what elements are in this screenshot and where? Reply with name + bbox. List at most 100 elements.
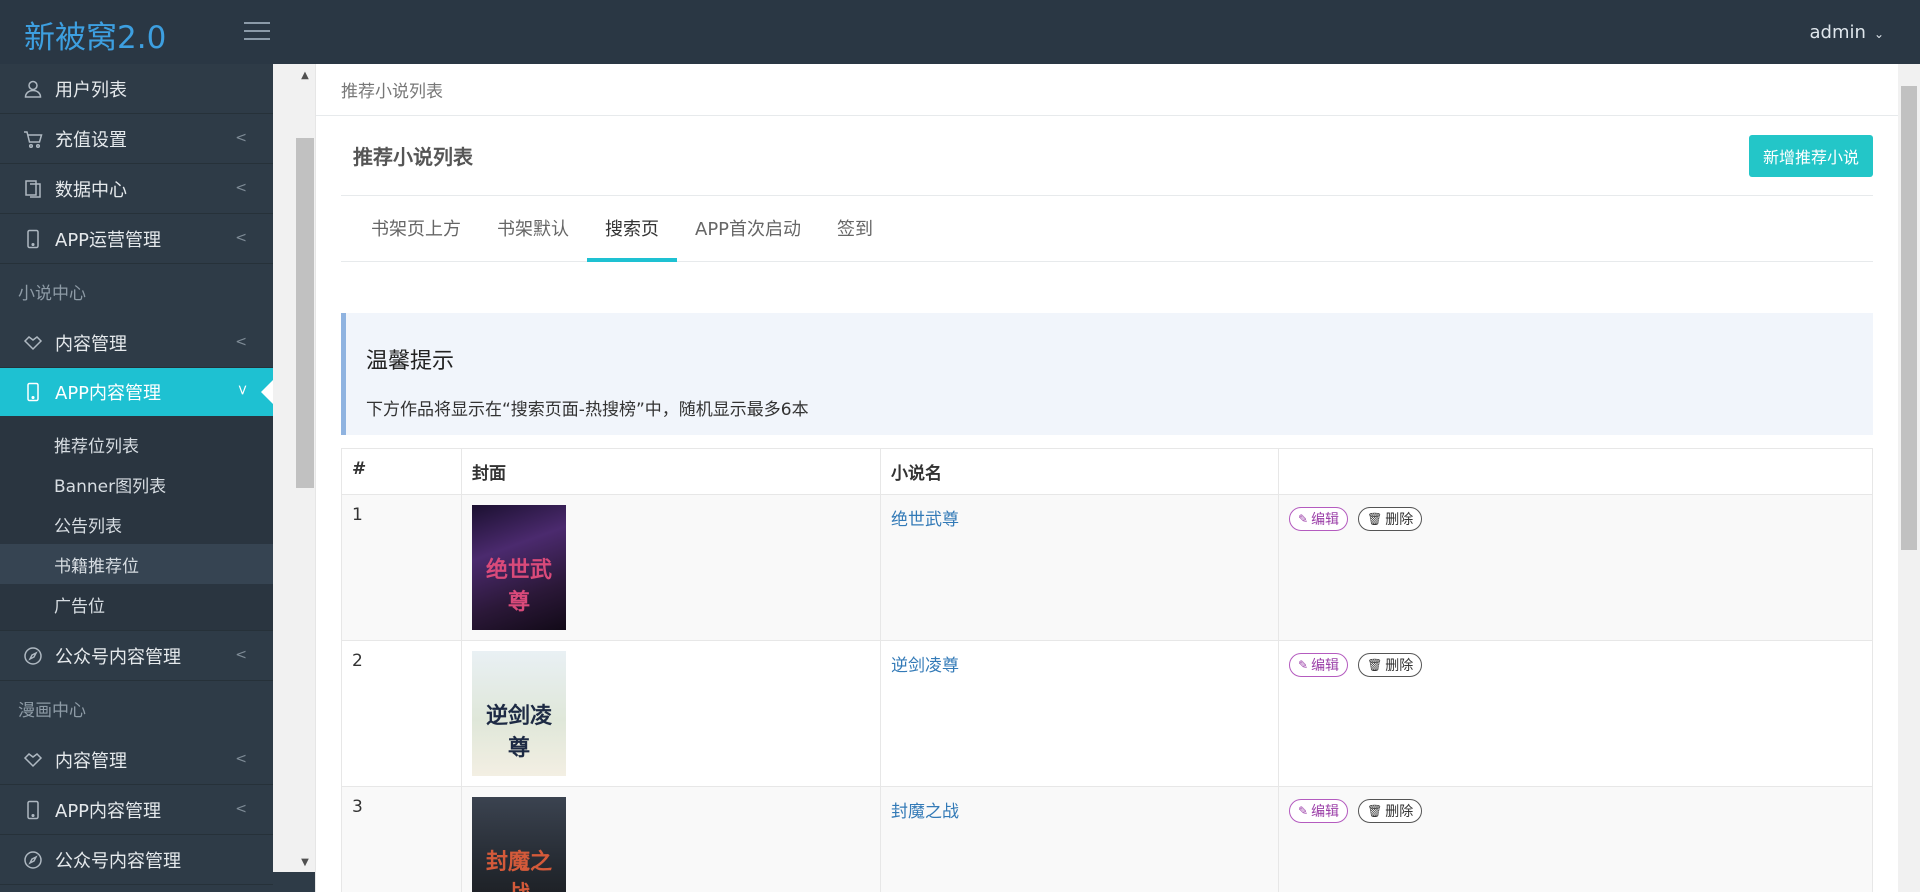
cover-cell: 逆剑凌尊 [461,640,881,787]
name-cell: 逆剑凌尊 [880,640,1279,787]
chevron-left-icon: < [235,751,247,767]
edit-button[interactable]: ✎ 编辑 [1289,653,1349,677]
add-recommend-novel-button[interactable]: 新增推荐小说 [1748,134,1873,177]
trash-icon: 🗑 [1367,658,1383,672]
row-number: 3 [341,786,462,892]
edit-label: 编辑 [1311,658,1340,674]
edit-label: 编辑 [1311,512,1340,528]
table-row: 3 封魔之战 封魔之战 ✎编辑 🗑删除 [341,786,1873,892]
chevron-down-icon: ⌄ [1873,27,1884,41]
sidebar-item-user-list[interactable]: 用户列表 [0,64,273,114]
tab-search-page[interactable]: 搜索页 [587,195,677,262]
chevron-down-icon: < [235,384,252,396]
page-scrollbar-thumb[interactable] [1901,86,1917,550]
sidebar-subitem-ads[interactable]: 广告位 [0,584,273,624]
tip-text: 下方作品将显示在“搜索页面-热搜榜”中，随机显示最多6本 [366,400,809,420]
tab-shelf-default[interactable]: 书架默认 [479,195,587,261]
actions-cell: ✎ 编辑 🗑 删除 [1278,786,1873,892]
edit-button[interactable]: ✎ 编辑 [1289,507,1349,531]
sidebar-item-label: APP运营管理 [55,229,162,251]
edit-icon: ✎ [1298,658,1309,672]
cover-title: 绝世武尊 [485,557,552,615]
table-row: 1 绝世武尊 绝世武尊 ✎ 编辑 🗑 删除 [341,494,1873,641]
tab-shelf-top[interactable]: 书架页上方 [353,195,479,261]
sidebar-item-recharge[interactable]: 充值设置 < [0,114,273,164]
edit-button[interactable]: ✎ 编辑 [1289,799,1349,823]
tab-app-first-launch[interactable]: APP首次启动 [677,195,819,261]
sidebar-subitem-book-recommend[interactable]: 书籍推荐位 [0,544,273,584]
book-cover-image: 逆剑凌尊 [472,651,566,776]
sidebar-item-comic-app-content[interactable]: APP内容管理 < [0,785,273,835]
chevron-left-icon: < [235,647,247,663]
sidebar-subitem-recommend-list[interactable]: 推荐位列表 [0,424,273,464]
chevron-left-icon: < [235,801,247,817]
handshake-icon [22,332,44,354]
submenu-novel-app: 推荐位列表 Banner图列表 公告列表 书籍推荐位 广告位 [0,416,273,631]
sidebar-scrollbar-thumb[interactable] [296,138,314,488]
compass-icon [22,849,44,871]
novel-table: # 封面 小说名 1 绝世武尊 绝世武尊 ✎ 编辑 🗑 删除 2 逆剑凌尊 逆剑… [341,448,1873,892]
cover-title: 封魔之战 [485,849,552,892]
delete-button[interactable]: 🗑 删除 [1358,507,1423,531]
main-content: 推荐小说列表 推荐小说列表 新增推荐小说 书架页上方 书架默认 搜索页 APP首… [315,64,1898,892]
delete-button[interactable]: 🗑 删除 [1358,799,1423,823]
actions-cell: ✎ 编辑 🗑 删除 [1278,640,1873,787]
book-cover-image: 封魔之战 [472,797,566,892]
book-cover-image: 绝世武尊 [472,505,566,630]
sidebar-item-label: 数据中心 [55,179,127,201]
column-header-cover: 封面 [461,448,881,495]
column-header-name: 小说名 [880,448,1279,495]
section-title-comic: 漫画中心 [18,700,86,721]
menu-toggle-icon[interactable] [244,22,270,40]
cover-cell: 封魔之战 [461,786,881,892]
scroll-down-arrow-icon[interactable]: ▼ [299,857,311,869]
user-menu[interactable]: admin ⌄ [1810,22,1884,43]
tip-box: 温馨提示 下方作品将显示在“搜索页面-热搜榜”中，随机显示最多6本 [341,313,1873,435]
sidebar-item-label: 公众号内容管理 [55,850,181,872]
sidebar: 用户列表 充值设置 < 数据中心 < APP运营管理 < 小说中心 内容管理 <… [0,64,273,892]
delete-label: 删除 [1385,804,1414,820]
chevron-left-icon: < [235,130,247,146]
mobile-icon [22,228,44,250]
trash-icon: 🗑 [1367,512,1383,526]
chevron-left-icon: < [235,230,247,246]
top-header: 新被窝2.0 admin ⌄ [0,0,1920,64]
edit-icon: ✎ [1298,512,1309,526]
page-title: 推荐小说列表 [353,145,473,169]
sidebar-item-label: APP内容管理 [55,383,162,404]
sidebar-subitem-banner-list[interactable]: Banner图列表 [0,464,273,504]
files-icon [22,178,44,200]
delete-button[interactable]: 🗑 删除 [1358,653,1423,677]
cover-title: 逆剑凌尊 [485,703,552,761]
column-header-num: # [341,448,462,495]
sidebar-item-novel-app-content[interactable]: APP内容管理 < [0,368,273,416]
book-name-link[interactable]: 封魔之战 [891,802,959,822]
tab-sign-in[interactable]: 签到 [819,195,891,261]
sidebar-item-comic-content[interactable]: 内容管理 < [0,735,273,785]
cover-cell: 绝世武尊 [461,494,881,641]
sidebar-item-data-center[interactable]: 数据中心 < [0,164,273,214]
book-name-link[interactable]: 逆剑凌尊 [891,656,959,676]
sidebar-item-novel-content[interactable]: 内容管理 < [0,318,273,368]
handshake-icon [22,749,44,771]
brand-logo[interactable]: 新被窝2.0 [24,12,166,57]
table-header-row: # 封面 小说名 [341,448,1873,495]
sidebar-item-app-operation[interactable]: APP运营管理 < [0,214,273,264]
delete-label: 删除 [1385,658,1414,674]
sidebar-item-official-content[interactable]: 公众号内容管理 < [0,631,273,681]
chevron-left-icon: < [235,334,247,350]
mobile-icon [22,799,44,821]
compass-icon [22,645,44,667]
sidebar-item-comic-official[interactable]: 公众号内容管理 [0,835,273,885]
book-name-link[interactable]: 绝世武尊 [891,510,959,530]
row-number: 2 [341,640,462,787]
sidebar-item-label: 公众号内容管理 [55,646,181,668]
mobile-icon [22,381,44,403]
scroll-up-arrow-icon[interactable]: ▲ [299,70,311,82]
name-cell: 绝世武尊 [880,494,1279,641]
sidebar-subitem-notice-list[interactable]: 公告列表 [0,504,273,544]
trash-icon: 🗑 [1367,804,1383,818]
sidebar-item-label: APP内容管理 [55,800,162,822]
cart-icon [22,128,44,150]
chevron-left-icon: < [235,180,247,196]
